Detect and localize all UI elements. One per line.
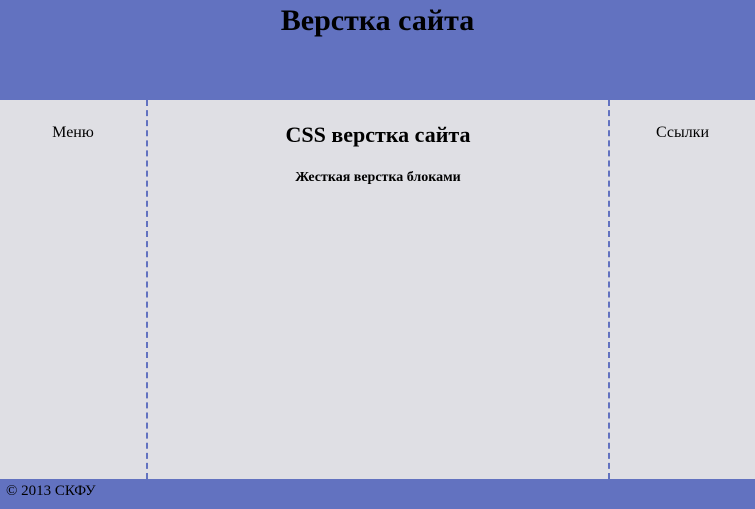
sidebar-right: Ссылки bbox=[608, 100, 755, 479]
sidebar-left: Меню bbox=[0, 100, 148, 479]
page-title: Верстка сайта bbox=[0, 4, 755, 38]
sidebar-left-title: Меню bbox=[0, 124, 146, 142]
main-title: CSS верстка сайта bbox=[148, 122, 608, 148]
content-area: Меню CSS верстка сайта Жесткая верстка б… bbox=[0, 100, 755, 479]
page-footer: © 2013 СКФУ bbox=[0, 479, 755, 509]
main-subtitle: Жесткая верстка блоками bbox=[148, 170, 608, 186]
footer-copyright: © 2013 СКФУ bbox=[6, 483, 96, 499]
sidebar-right-title: Ссылки bbox=[610, 124, 755, 142]
main-content: CSS верстка сайта Жесткая верстка блокам… bbox=[148, 100, 608, 479]
page-header: Верстка сайта bbox=[0, 0, 755, 100]
